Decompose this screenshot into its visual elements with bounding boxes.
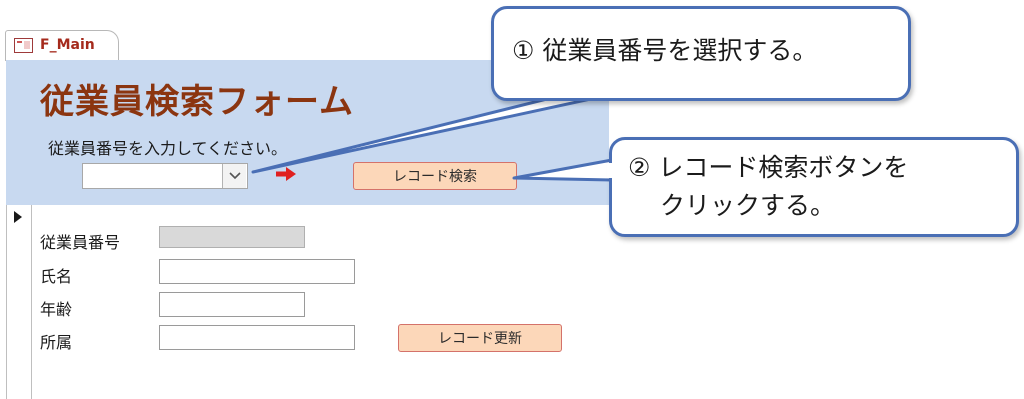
- callout-tail-join-2: [607, 163, 615, 178]
- name-field[interactable]: [159, 259, 355, 284]
- callout-step-1: ① 従業員番号を選択する。: [491, 6, 911, 101]
- record-search-button[interactable]: レコード検索: [353, 162, 517, 190]
- red-arrow-icon: [276, 166, 296, 185]
- callout-step-1-text: ① 従業員番号を選択する。: [512, 36, 818, 65]
- callout-tail-join-1: [578, 88, 620, 96]
- record-update-button[interactable]: レコード更新: [398, 324, 562, 352]
- chevron-down-icon: [228, 172, 241, 180]
- callout-step-2-line-1: ② レコード検索ボタンを: [628, 153, 909, 182]
- callout-step-2-line-2: クリックする。: [660, 191, 836, 220]
- current-record-icon: [14, 208, 23, 227]
- name-label: 氏名: [40, 267, 73, 286]
- age-field[interactable]: [159, 292, 305, 317]
- department-field[interactable]: [159, 325, 355, 350]
- employee-number-prompt: 従業員番号を入力してください。: [48, 139, 288, 158]
- department-label: 所属: [40, 333, 73, 352]
- employee-number-field: [159, 226, 305, 248]
- form-tab-label: F_Main: [40, 37, 95, 53]
- callout-step-2: ② レコード検索ボタンを クリックする。: [609, 137, 1019, 237]
- form-icon: [14, 38, 33, 53]
- age-label: 年齢: [40, 300, 73, 319]
- employee-number-label: 従業員番号: [40, 233, 121, 252]
- form-title: 従業員検索フォーム: [40, 82, 354, 122]
- combobox-dropdown-button[interactable]: [222, 164, 246, 188]
- record-selector[interactable]: [7, 205, 32, 399]
